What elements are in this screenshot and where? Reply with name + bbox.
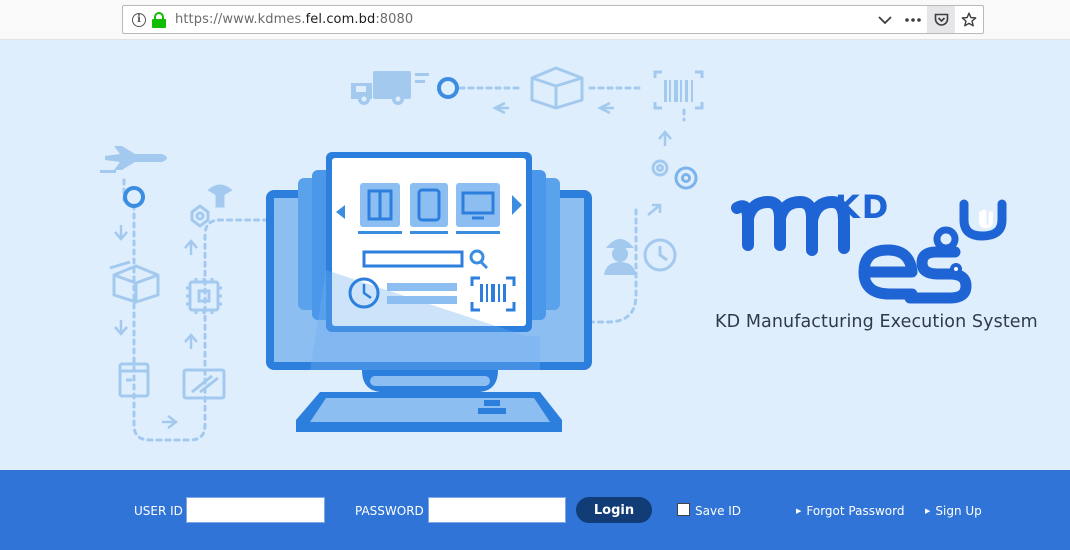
address-bar[interactable]: i https://www.kdmes.fel.com.bd:8080: [122, 5, 984, 34]
forgot-password-text: Forgot Password: [806, 504, 905, 518]
forgot-password-link[interactable]: ▶ Forgot Password: [796, 504, 904, 518]
bolt-nut-icon: [190, 184, 233, 228]
login-bar: USER ID PASSWORD Login Save ID ▶ Forgot P…: [0, 470, 1070, 550]
arrow-up-icon-2: [184, 239, 198, 255]
user-id-input[interactable]: [186, 497, 325, 523]
gears-icon: [651, 159, 698, 190]
arrow-up-icon: [184, 333, 198, 349]
arrow-left-icon: [492, 101, 509, 115]
url-port: :8080: [375, 12, 414, 27]
logo-kd-text: KD: [835, 188, 890, 226]
computer-monitor: [266, 152, 592, 432]
url-prefix: https://www.kdmes.: [175, 12, 306, 27]
clock-icon-right: [643, 238, 677, 272]
more-icon[interactable]: [899, 6, 927, 33]
chip-icon: [186, 278, 222, 314]
barcode-icon-top: [653, 70, 704, 110]
browser-toolbar: i https://www.kdmes.fel.com.bd:8080: [0, 0, 1070, 40]
password-input[interactable]: [428, 497, 566, 523]
user-id-label: USER ID: [134, 504, 183, 518]
save-id-label[interactable]: Save ID: [695, 504, 741, 518]
info-icon[interactable]: i: [132, 12, 146, 27]
lock-icon[interactable]: [152, 11, 166, 28]
chevron-down-icon[interactable]: [871, 6, 899, 33]
brand-subtitle: KD Manufacturing Execution System: [715, 312, 1038, 332]
logo-u-text: U: [977, 209, 995, 234]
truck-icon: [351, 71, 429, 105]
url-domain: fel.com.bd: [305, 12, 376, 27]
arrow-down-icon: [114, 225, 128, 241]
arrow-right-icon: ▶: [925, 507, 931, 515]
node-circle-top: [437, 77, 459, 99]
password-label: PASSWORD: [355, 504, 424, 518]
arrow-down-icon-2: [114, 320, 128, 336]
plane-icon: [100, 146, 167, 173]
hero-illustration: KD U KD Manufacturing Execution System: [0, 40, 1070, 470]
arrow-up-icon-gear: [658, 130, 672, 146]
hero-artwork: KD U: [100, 66, 1007, 442]
arrow-right-icon: [162, 415, 179, 429]
arrow-right-icon: ▶: [796, 507, 802, 515]
pocket-icon[interactable]: [927, 6, 955, 33]
node-circle-left: [123, 186, 145, 208]
box-icon-top: [530, 66, 584, 110]
arrow-left-icon-2: [597, 101, 614, 115]
login-button[interactable]: Login: [576, 497, 652, 523]
bookmark-star-icon[interactable]: [955, 6, 983, 33]
sign-up-text: Sign Up: [935, 504, 982, 518]
url-text[interactable]: https://www.kdmes.fel.com.bd:8080: [175, 12, 413, 27]
save-id-checkbox[interactable]: [677, 503, 690, 516]
arrow-diag-icon: [647, 203, 662, 216]
sign-up-link[interactable]: ▶ Sign Up: [925, 504, 982, 518]
worker-icon: [604, 239, 636, 275]
